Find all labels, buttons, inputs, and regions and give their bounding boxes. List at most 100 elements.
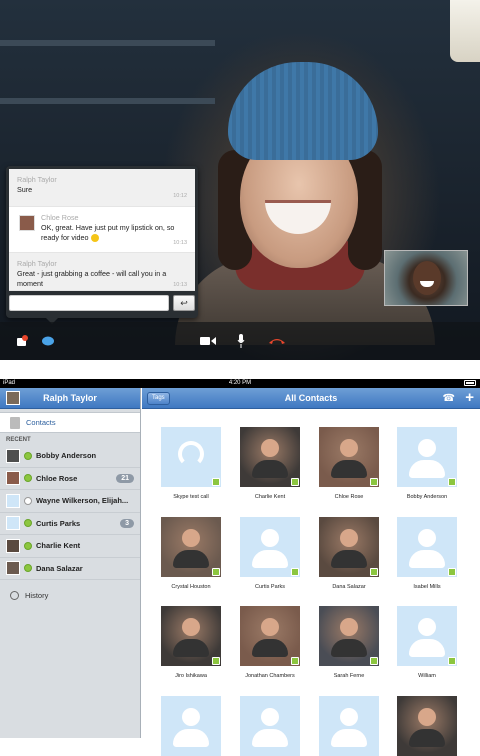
chat-text: Great - just grabbing a coffee - will ca… xyxy=(17,269,167,288)
person-body-icon xyxy=(331,550,367,568)
smiley-emoticon-icon xyxy=(90,234,99,243)
sidebar-item-label: History xyxy=(25,590,49,600)
contact-tile[interactable]: Sarah Ferne xyxy=(319,606,379,679)
person-head-icon xyxy=(418,708,436,726)
person-body-icon xyxy=(252,550,288,568)
recent-item[interactable]: Charlie Kent xyxy=(0,535,140,558)
contact-tile[interactable] xyxy=(397,696,457,756)
video-toggle-button[interactable] xyxy=(198,332,218,350)
contact-tile[interactable]: Curtis Parks xyxy=(240,517,300,590)
online-status-icon xyxy=(212,568,220,576)
person-head-icon xyxy=(418,439,436,457)
contact-tile[interactable]: William xyxy=(397,606,457,679)
placeholder-avatar xyxy=(397,606,457,666)
avatar xyxy=(6,516,20,531)
contact-tile[interactable]: Charlie Kent xyxy=(240,427,300,500)
chat-message-input[interactable] xyxy=(9,295,169,311)
person-head-icon xyxy=(261,529,279,547)
person-head-icon xyxy=(340,529,358,547)
contact-tile[interactable] xyxy=(161,696,221,756)
chat-message: Chloe Rose OK, great. Have just put my l… xyxy=(9,207,195,253)
unread-badge: 21 xyxy=(116,473,134,483)
send-button[interactable]: ↩ xyxy=(173,295,195,311)
group-avatar xyxy=(6,493,20,508)
mute-button[interactable] xyxy=(234,332,248,350)
chat-time: 10:12 xyxy=(173,193,187,199)
sidebar-item-history[interactable]: History xyxy=(0,584,140,606)
placeholder-avatar xyxy=(161,696,221,756)
offline-status-icon xyxy=(24,496,32,505)
profile-avatar[interactable] xyxy=(6,391,20,405)
contact-photo xyxy=(240,606,300,666)
recent-item[interactable]: Bobby Anderson xyxy=(0,445,140,468)
chat-messages: Ralph Taylor Sure 10:12 Chloe Rose OK, g… xyxy=(9,169,195,291)
chat-message: Ralph Taylor Great - just grabbing a cof… xyxy=(9,253,195,291)
sidebar-header: Ralph Taylor xyxy=(0,388,140,409)
person-body-icon xyxy=(331,460,367,478)
chat-time: 10:13 xyxy=(173,240,187,246)
online-status-icon xyxy=(212,657,220,665)
chat-message: Ralph Taylor Sure 10:12 xyxy=(9,169,195,207)
sidebar-item-contacts[interactable]: Contacts xyxy=(0,412,140,433)
placeholder-avatar xyxy=(397,427,457,487)
recent-name: Bobby Anderson xyxy=(36,451,97,461)
recent-name: Wayne Wilkerson, Elijah... xyxy=(36,496,129,506)
recent-item[interactable]: Curtis Parks 3 xyxy=(0,513,140,535)
chat-bubble-icon xyxy=(42,336,54,346)
contact-tile[interactable]: Skype test call xyxy=(161,427,221,500)
contact-tile[interactable]: Dana Salazar xyxy=(319,517,379,590)
contact-tile[interactable]: Jiro Ishikawa xyxy=(161,606,221,679)
chat-bubble-button[interactable] xyxy=(40,332,56,350)
contact-tile[interactable]: Jonathan Chambers xyxy=(240,606,300,679)
profile-name[interactable]: Ralph Taylor xyxy=(20,393,120,403)
person-head-icon xyxy=(340,708,358,726)
video-call-view: Ralph Taylor Sure 10:12 Chloe Rose OK, g… xyxy=(0,0,480,360)
contact-tile[interactable] xyxy=(319,696,379,756)
recent-name: Curtis Parks xyxy=(36,518,81,528)
contact-tile[interactable] xyxy=(240,696,300,756)
contact-tile[interactable]: Chloe Rose xyxy=(319,427,379,500)
chat-text: OK, great. Have just put my lipstick on,… xyxy=(41,223,175,242)
online-status-icon xyxy=(24,541,32,550)
person-body-icon xyxy=(409,729,445,747)
chat-input-row: ↩ xyxy=(9,295,195,311)
contact-tile[interactable]: Isabel Mills xyxy=(397,517,457,590)
headset-icon xyxy=(178,441,204,467)
chat-notification-button[interactable] xyxy=(14,332,30,350)
person-head-icon xyxy=(182,618,200,636)
online-status-icon xyxy=(448,568,456,576)
recent-item[interactable]: Chloe Rose 21 xyxy=(0,468,140,490)
headset-avatar xyxy=(161,427,221,487)
contact-name: Curtis Parks xyxy=(255,584,285,590)
background-lamp xyxy=(450,0,480,62)
hang-up-button[interactable] xyxy=(266,332,288,350)
person-body-icon xyxy=(173,729,209,747)
recent-section-label: RECENT xyxy=(6,437,31,443)
return-arrow-icon: ↩ xyxy=(180,297,188,308)
contact-photo xyxy=(319,517,379,577)
person-body-icon xyxy=(409,639,445,657)
self-view-pip[interactable] xyxy=(384,250,468,306)
chat-text: Sure xyxy=(17,185,33,194)
add-contact-button[interactable]: + xyxy=(465,389,474,406)
background-shelf xyxy=(0,40,215,46)
contact-tile[interactable]: Bobby Anderson xyxy=(397,427,457,500)
contacts-header: Tags All Contacts ☎ + xyxy=(142,388,480,409)
recent-item[interactable]: Wayne Wilkerson, Elijah... xyxy=(0,490,140,513)
sidebar-item-label: Contacts xyxy=(26,418,56,427)
video-camera-icon xyxy=(200,337,216,345)
online-status-icon xyxy=(370,568,378,576)
contact-tile[interactable]: Crystal Houston xyxy=(161,517,221,590)
contact-name: Bobby Anderson xyxy=(406,494,448,500)
contact-photo xyxy=(161,517,221,577)
person-head-icon xyxy=(182,529,200,547)
recent-item[interactable]: Dana Salazar xyxy=(0,558,140,580)
status-time: 4:20 PM xyxy=(228,380,252,386)
chat-notification-icon xyxy=(17,335,28,346)
microphone-icon xyxy=(237,334,245,348)
contact-name: Chloe Rose xyxy=(334,494,364,500)
online-status-icon xyxy=(370,478,378,486)
dial-pad-icon[interactable]: ☎ xyxy=(443,393,455,404)
online-status-icon xyxy=(291,657,299,665)
person-head-icon xyxy=(418,529,436,547)
